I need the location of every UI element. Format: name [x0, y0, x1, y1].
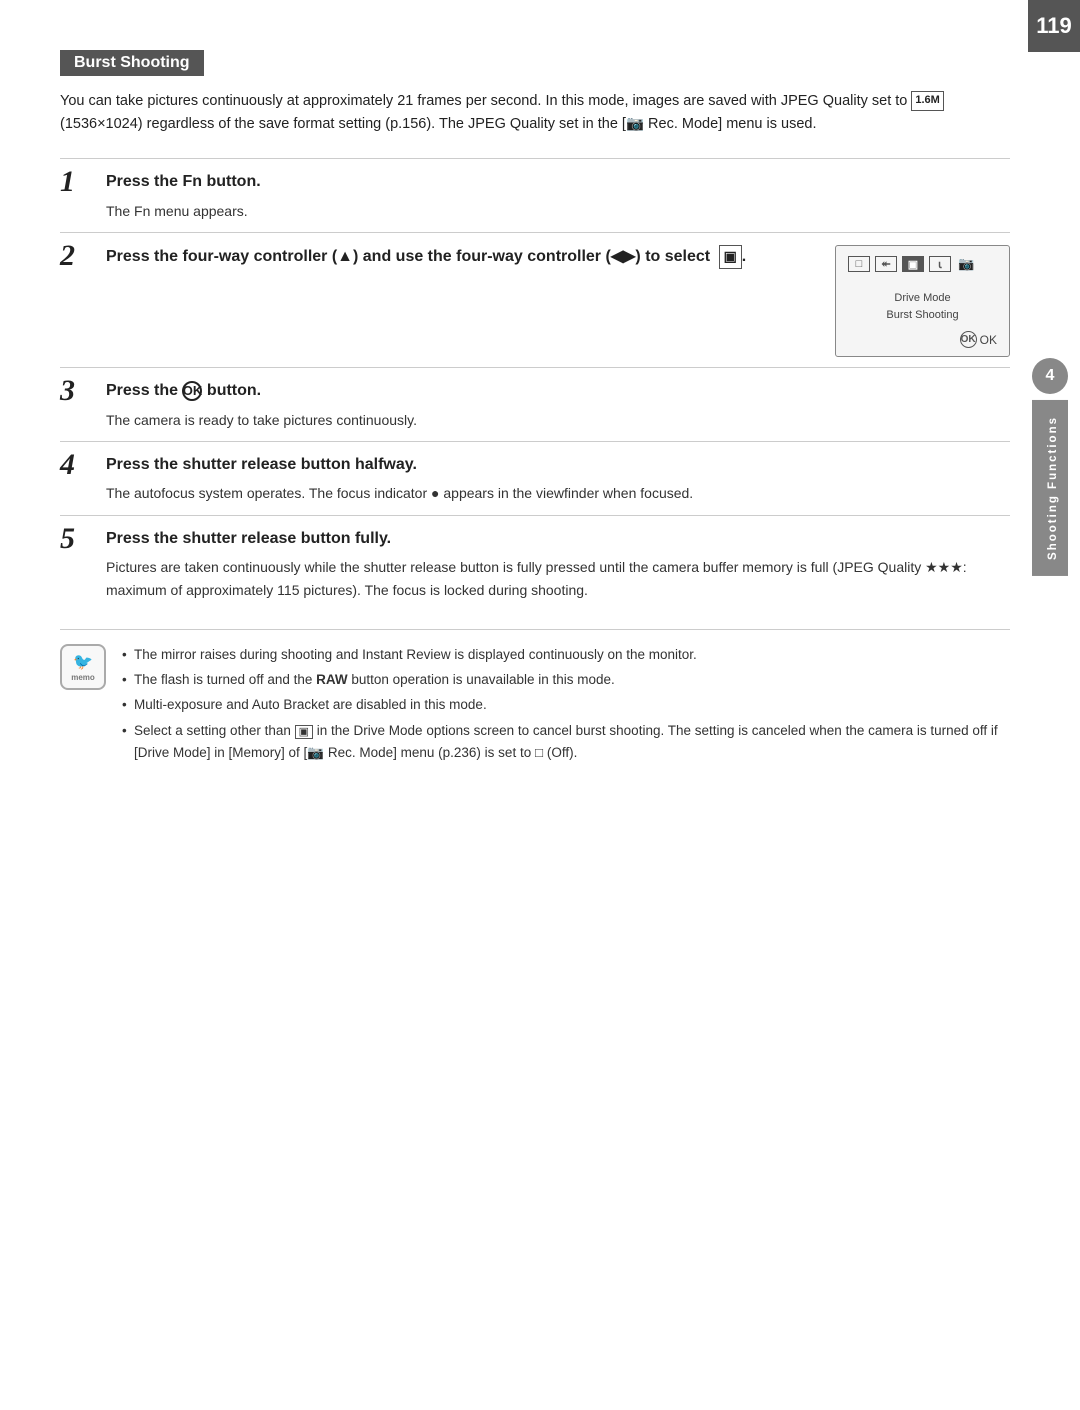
step-3: 3 Press the OK button. The camera is rea… — [60, 367, 1010, 441]
step-1: 1 Press the Fn button. The Fn menu appea… — [60, 158, 1010, 232]
step-1-content: Press the Fn button. The Fn menu appears… — [106, 171, 1010, 222]
page-number: 119 — [1028, 0, 1080, 52]
step-5-number: 5 — [60, 524, 106, 554]
step-5-body: Pictures are taken continuously while th… — [106, 556, 1010, 601]
camera-ui-box: □ ⯬ ▣ ⍳ 📷 Drive Mode Burst Shooting OK — [835, 245, 1010, 357]
main-content: Burst Shooting You can take pictures con… — [60, 50, 1010, 1370]
drive-mode-label: Drive Mode Burst Shooting — [848, 290, 997, 323]
ok-circle-icon: OK — [960, 331, 977, 348]
memo-bullets-list: The mirror raises during shooting and In… — [122, 644, 1010, 767]
chapter-circle: 4 — [1032, 358, 1068, 394]
step-1-body: The Fn menu appears. — [106, 200, 1010, 222]
memo-section: 🐦 memo The mirror raises during shooting… — [60, 629, 1010, 767]
memo-bird-icon: 🐦 — [73, 652, 93, 672]
resolution-badge: 1.6M — [911, 91, 943, 111]
step-2-number: 2 — [60, 241, 106, 271]
section-header: Burst Shooting — [60, 50, 204, 76]
camera-icons-row: □ ⯬ ▣ ⍳ 📷 — [848, 256, 997, 272]
sidebar-tab: 119 — [1028, 0, 1080, 1410]
memo-bullet-4: Select a setting other than ▣ in the Dri… — [122, 720, 1010, 765]
icon-single: □ — [848, 256, 870, 272]
step-2: 2 Press the four-way controller (▲) and … — [60, 232, 1010, 367]
step-3-title: Press the OK button. — [106, 380, 1010, 402]
step-3-content: Press the OK button. The camera is ready… — [106, 380, 1010, 431]
step-4-body: The autofocus system operates. The focus… — [106, 482, 1010, 504]
step-1-title: Press the Fn button. — [106, 171, 1010, 193]
step-5-content: Press the shutter release button fully. … — [106, 528, 1010, 601]
camera-ok-row: OK OK — [848, 331, 997, 348]
ok-symbol: OK — [182, 381, 202, 401]
step-2-inner: Press the four-way controller (▲) and us… — [106, 245, 1010, 357]
icon-burst-selected: ▣ — [902, 256, 924, 272]
page-container: 119 Burst Shooting You can take pictures… — [0, 0, 1080, 1410]
step-4-title: Press the shutter release button halfway… — [106, 454, 1010, 476]
step-2-content: Press the four-way controller (▲) and us… — [106, 245, 1010, 357]
icon-continuous: ⯬ — [875, 256, 897, 272]
icon-timer: ⍳ — [929, 256, 951, 272]
intro-paragraph: You can take pictures continuously at ap… — [60, 90, 1010, 136]
memo-icon: 🐦 memo — [60, 644, 106, 690]
step-2-text: Press the four-way controller (▲) and us… — [106, 245, 817, 275]
step-5: 5 Press the shutter release button fully… — [60, 515, 1010, 611]
step-5-title: Press the shutter release button fully. — [106, 528, 1010, 550]
step-4-content: Press the shutter release button halfway… — [106, 454, 1010, 505]
step-4-number: 4 — [60, 450, 106, 480]
memo-bullet-3: Multi-exposure and Auto Bracket are disa… — [122, 694, 1010, 716]
chapter-label: Shooting Functions — [1032, 400, 1068, 576]
memo-label: memo — [71, 673, 95, 682]
step-2-title: Press the four-way controller (▲) and us… — [106, 245, 817, 269]
memo-bullet-2: The flash is turned off and the RAW butt… — [122, 669, 1010, 691]
memo-bullet-1: The mirror raises during shooting and In… — [122, 644, 1010, 666]
icon-remote: 📷 — [956, 256, 976, 272]
step-3-body: The camera is ready to take pictures con… — [106, 409, 1010, 431]
step-4: 4 Press the shutter release button halfw… — [60, 441, 1010, 515]
step-3-number: 3 — [60, 376, 106, 406]
step-1-number: 1 — [60, 167, 106, 197]
